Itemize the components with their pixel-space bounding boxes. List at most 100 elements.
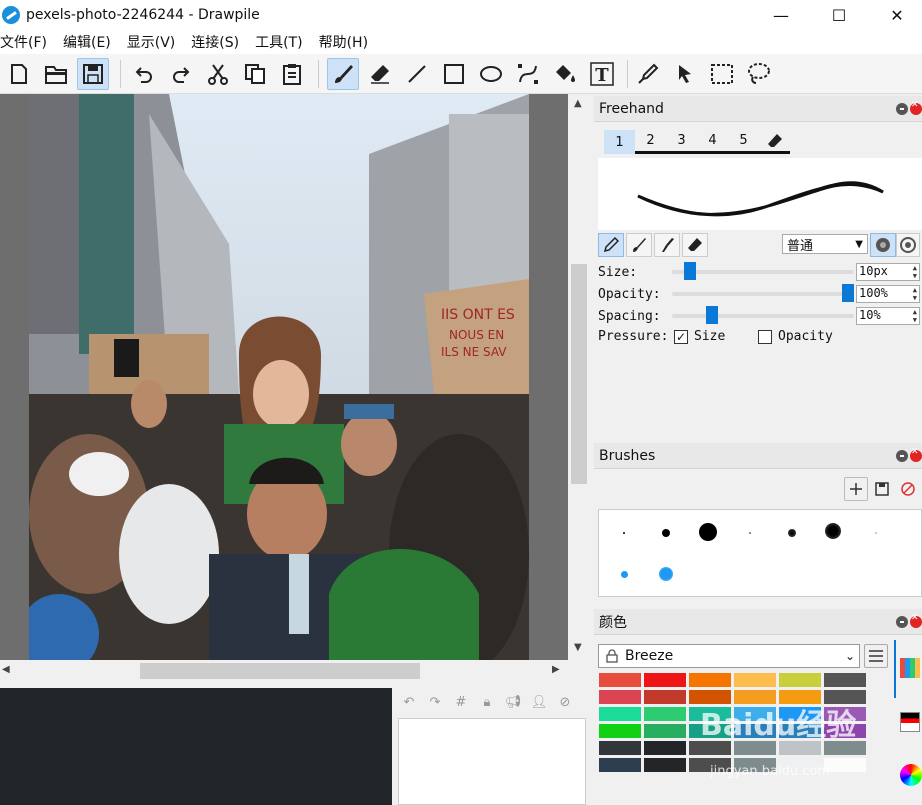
color-wheel-icon[interactable] [900, 764, 922, 786]
menu-tools[interactable]: 工具(T) [255, 32, 310, 52]
brush-preset[interactable] [788, 529, 796, 537]
color-swatch[interactable] [643, 672, 687, 688]
close-icon[interactable] [910, 613, 922, 628]
pointer-icon[interactable] [669, 58, 701, 90]
color-swatch[interactable] [643, 723, 687, 739]
eraser-mode-icon[interactable] [682, 233, 708, 257]
color-swatch[interactable] [688, 672, 732, 688]
brush-preset[interactable] [825, 523, 841, 539]
bezier-icon[interactable] [512, 58, 544, 90]
rect-select-icon[interactable] [706, 58, 738, 90]
pressure-opacity-checkbox[interactable] [758, 330, 772, 344]
brush-preset[interactable] [699, 523, 717, 541]
color-swatch[interactable] [598, 740, 642, 756]
color-swatch[interactable] [733, 672, 777, 688]
preset-tab-4[interactable]: 4 [697, 130, 728, 154]
color-swatch[interactable] [598, 723, 642, 739]
lock-icon[interactable]: 🔒︎ [476, 691, 498, 713]
spacing-slider-handle[interactable] [706, 306, 718, 324]
opacity-spinbox[interactable]: 100% [856, 285, 920, 303]
canvas-view[interactable]: IIS ONT ES NOUS EN ILS NE SAV [0, 94, 568, 660]
eraser-icon[interactable] [364, 58, 396, 90]
color-sliders-icon[interactable] [900, 712, 920, 732]
user-icon[interactable]: 👤︎ [528, 691, 550, 713]
preset-tab-3[interactable]: 3 [666, 130, 697, 154]
undo-icon[interactable]: ↶ [398, 691, 420, 713]
menu-session[interactable]: 连接(S) [191, 32, 247, 52]
size-slider-track[interactable] [672, 270, 854, 274]
close-button[interactable]: ✕ [874, 0, 920, 30]
new-file-icon[interactable] [3, 58, 35, 90]
grid-icon[interactable]: # [450, 691, 472, 713]
rectangle-icon[interactable] [438, 58, 470, 90]
size-slider-handle[interactable] [683, 262, 696, 280]
palette-select[interactable]: Breeze ⌄ [598, 644, 860, 668]
blend-mode-select[interactable]: 普通 [782, 234, 868, 254]
lasso-select-icon[interactable] [743, 58, 775, 90]
preset-tab-5[interactable]: 5 [728, 130, 759, 154]
spacing-spinbox[interactable]: 10% [856, 307, 920, 325]
redo-icon[interactable]: ↷ [424, 691, 446, 713]
freehand-brush-icon[interactable] [327, 58, 359, 90]
color-picker-icon[interactable] [632, 58, 664, 90]
scroll-right-icon[interactable]: ▶ [552, 664, 560, 675]
pencil-mode-icon[interactable] [598, 233, 624, 257]
brush-preset[interactable] [659, 567, 673, 581]
close-icon[interactable] [910, 447, 922, 462]
size-spinbox[interactable]: 10px [856, 263, 920, 281]
color-swatch[interactable] [643, 706, 687, 722]
opacity-slider-track[interactable] [672, 292, 854, 296]
brush-preset[interactable] [662, 529, 670, 537]
cut-icon[interactable] [202, 58, 234, 90]
menu-edit[interactable]: 编辑(E) [63, 32, 119, 52]
float-icon[interactable] [896, 103, 908, 115]
palette-icon[interactable] [900, 658, 920, 678]
color-swatch[interactable] [643, 689, 687, 705]
close-icon[interactable] [910, 100, 922, 115]
scroll-left-icon[interactable]: ◀ [2, 664, 10, 675]
text-tool-icon[interactable]: T [586, 58, 618, 90]
float-icon[interactable] [896, 616, 908, 628]
copy-icon[interactable] [239, 58, 271, 90]
menu-view[interactable]: 显示(V) [127, 32, 184, 52]
brush-preset[interactable] [623, 532, 625, 534]
block-icon[interactable]: ⊘ [554, 691, 576, 713]
color-swatch[interactable] [778, 672, 822, 688]
minimize-button[interactable]: — [758, 0, 804, 30]
maximize-button[interactable]: ☐ [816, 0, 862, 30]
brush-mode-icon[interactable] [626, 233, 652, 257]
color-swatch[interactable] [598, 672, 642, 688]
add-brush-icon[interactable] [844, 477, 868, 501]
smudge-mode-icon[interactable] [654, 233, 680, 257]
scroll-down-icon[interactable]: ▼ [574, 642, 582, 653]
chat-input[interactable] [398, 718, 586, 805]
color-swatch[interactable] [598, 689, 642, 705]
line-icon[interactable] [401, 58, 433, 90]
color-swatch[interactable] [643, 757, 687, 773]
redo-icon[interactable] [165, 58, 197, 90]
color-swatch[interactable] [598, 706, 642, 722]
brush-preset[interactable] [749, 532, 751, 534]
float-icon[interactable] [896, 450, 908, 462]
opacity-slider-handle[interactable] [842, 284, 854, 302]
eraser-preset-icon[interactable] [759, 130, 790, 154]
save-brush-icon[interactable] [870, 477, 894, 501]
spacing-slider-track[interactable] [672, 314, 854, 318]
incremental-mode-icon[interactable] [896, 233, 920, 257]
palette-menu-icon[interactable] [864, 644, 888, 668]
color-swatch[interactable] [823, 672, 867, 688]
horizontal-scroll-thumb[interactable] [140, 663, 420, 679]
ellipse-icon[interactable] [475, 58, 507, 90]
open-folder-icon[interactable] [40, 58, 72, 90]
delete-brush-icon[interactable] [896, 477, 920, 501]
announce-icon[interactable]: 📢︎ [502, 691, 524, 713]
color-swatch[interactable] [598, 757, 642, 773]
pressure-size-checkbox[interactable]: ✓ [674, 330, 688, 344]
scroll-up-icon[interactable]: ▲ [574, 98, 582, 109]
menu-file[interactable]: 文件(F) [0, 32, 55, 52]
color-pressure-icon[interactable] [870, 233, 896, 257]
brush-preset[interactable] [621, 571, 628, 578]
undo-icon[interactable] [128, 58, 160, 90]
save-icon[interactable] [77, 58, 109, 90]
fill-bucket-icon[interactable] [549, 58, 581, 90]
